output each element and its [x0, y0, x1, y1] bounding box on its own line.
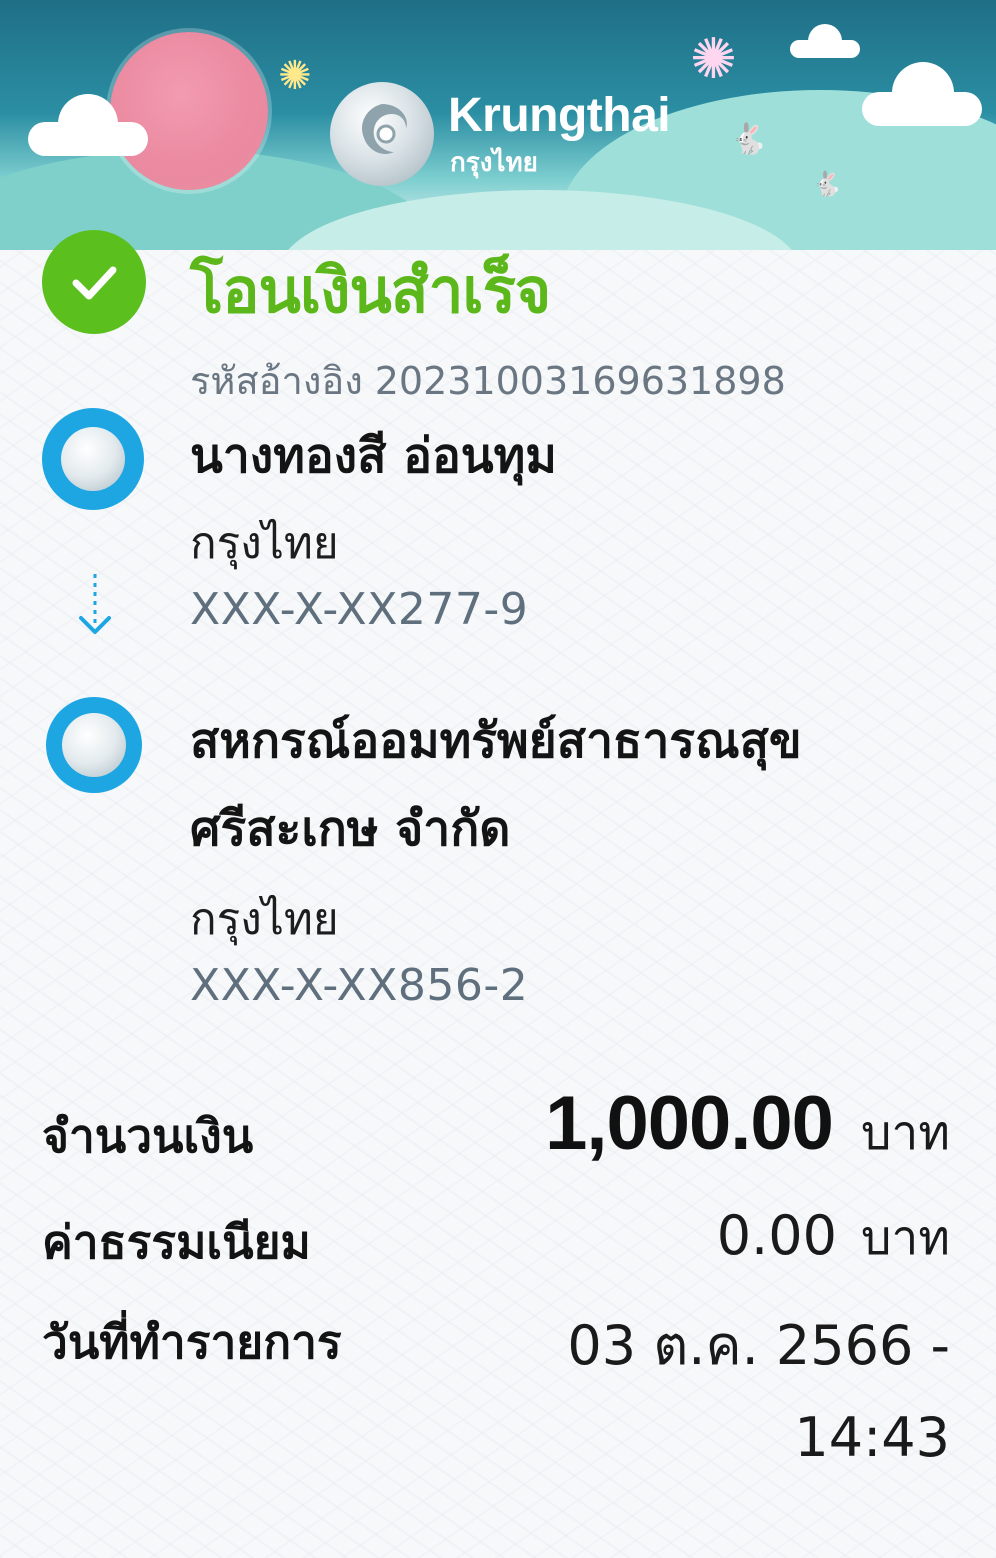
receiver-bank-icon [46, 697, 142, 793]
amount-label: จำนวนเงิน [42, 1109, 254, 1163]
cloud-decoration [28, 94, 148, 156]
arrow-down-icon [79, 574, 111, 634]
receiver-bank: กรุงไทย [190, 894, 339, 945]
sender-bank-icon [42, 408, 144, 510]
rabbit-icon: 🐇 [730, 122, 768, 157]
rabbit-icon: 🐇 [812, 170, 842, 198]
amount-unit: บาท [860, 1105, 950, 1161]
amount-value: 1,000.00 [545, 1081, 834, 1166]
reference-value: 20231003169631898 [374, 359, 786, 403]
reference-label: รหัสอ้างอิง [190, 359, 363, 403]
fee-value-group: 0.00 บาท [717, 1200, 950, 1276]
amount-value-group: 1,000.00 บาท [545, 1080, 950, 1171]
fee-value: 0.00 [716, 1204, 837, 1267]
moon-decoration [110, 32, 268, 190]
fee-label: ค่าธรรมเนียม [42, 1215, 311, 1269]
brand-name-en: Krungthai [448, 89, 671, 142]
header-banner: ✺ ✺ 🐇 🐇 Krungthai กรุงไทย [0, 0, 996, 250]
firework-icon: ✺ [278, 53, 312, 99]
date-label: วันที่ทำรายการ [42, 1315, 342, 1369]
status-title: โอนเงินสำเร็จ [190, 254, 551, 327]
date-value: 03 ต.ค. 2566 - 14:43 [567, 1314, 950, 1469]
receiver-name: สหกรณ์ออมทรัพย์สาธารณสุขศรีสะเกษ จำกัด [190, 713, 802, 857]
reference-line: รหัสอ้างอิง 20231003169631898 [190, 350, 786, 411]
firework-icon: ✺ [690, 27, 737, 92]
fee-unit: บาท [860, 1210, 950, 1266]
sender-name: นางทองสี อ่อนทุม [190, 428, 557, 484]
check-circle-icon [42, 230, 146, 334]
cloud-decoration [862, 62, 982, 126]
cloud-decoration [790, 24, 860, 58]
sender-bank: กรุงไทย [190, 518, 339, 569]
sender-account: XXX-X-XX277-9 [190, 584, 529, 635]
krungthai-logo-icon [330, 82, 434, 186]
brand-name-th: กรุงไทย [450, 148, 538, 178]
receiver-account: XXX-X-XX856-2 [190, 960, 529, 1011]
